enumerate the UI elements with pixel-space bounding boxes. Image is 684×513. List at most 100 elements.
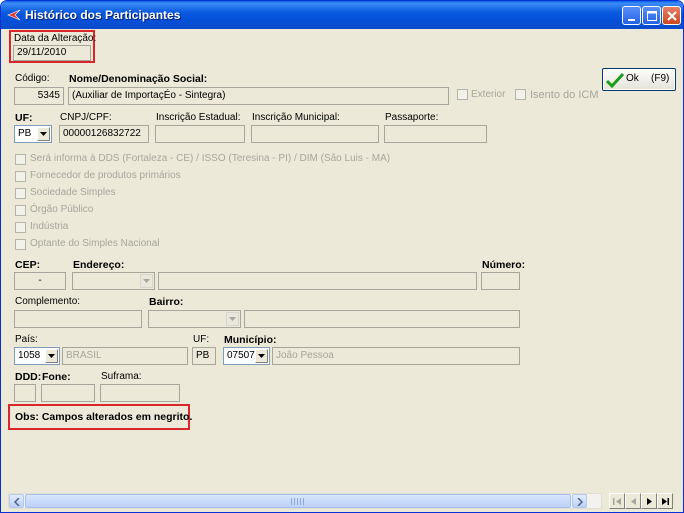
fone-label: Fone: <box>42 371 71 383</box>
ie-field[interactable] <box>155 125 245 143</box>
pais-select[interactable]: 1058 <box>14 347 60 365</box>
ddd-field[interactable] <box>14 384 36 402</box>
option-label-industria: Indústria <box>30 221 69 232</box>
chevron-down-icon <box>48 354 55 358</box>
exterior-checkbox[interactable] <box>457 89 468 100</box>
maximize-icon <box>647 11 657 21</box>
pais-name-field[interactable]: BRASIL <box>62 347 188 365</box>
horizontal-scrollbar[interactable] <box>8 493 602 509</box>
cnpj-label: CNPJ/CPF: <box>60 112 112 123</box>
endereco-field[interactable] <box>158 272 477 290</box>
nav-prev-button[interactable] <box>625 493 641 509</box>
codigo-label: Código: <box>15 73 50 84</box>
municipio-label: Município: <box>224 334 277 346</box>
option-checkbox-fornecedor[interactable] <box>15 171 26 182</box>
option-label-simples: Optante do Simples Nacional <box>30 238 160 249</box>
red-arrow-icon <box>7 9 21 21</box>
uf-dropdown-button[interactable] <box>37 127 50 141</box>
numero-label: Número: <box>482 259 526 271</box>
nav-first-button[interactable] <box>609 493 625 509</box>
chevron-down-icon <box>258 354 265 358</box>
option-label-fornecedor: Fornecedor de produtos primários <box>30 170 181 181</box>
green-check-icon <box>606 72 624 88</box>
option-checkbox-dds[interactable] <box>15 154 26 165</box>
endereco-label: Endereço: <box>73 259 125 271</box>
ok-button[interactable]: Ok (F9) <box>602 68 676 91</box>
last-record-icon <box>662 498 669 505</box>
uf-value: PB <box>18 128 32 139</box>
ddd-label: DDD: <box>15 371 42 383</box>
ok-button-label: Ok <box>626 73 639 84</box>
option-checkbox-simples[interactable] <box>15 239 26 250</box>
scroll-thumb[interactable] <box>25 494 571 508</box>
cep-label: CEP: <box>15 259 41 271</box>
chevron-down-icon <box>143 279 150 283</box>
scroll-left-button[interactable] <box>9 494 24 508</box>
nav-last-button[interactable] <box>657 493 673 509</box>
pais-code: 1058 <box>18 350 41 361</box>
fone-field[interactable] <box>41 384 95 402</box>
uf-label: UF: <box>15 112 33 124</box>
codigo-field[interactable]: 5345 <box>14 87 64 105</box>
complemento-field[interactable] <box>14 310 142 328</box>
chevron-down-icon <box>40 132 47 136</box>
chevron-left-icon <box>14 498 20 506</box>
scroll-grip <box>291 498 305 505</box>
uf2-label: UF: <box>193 334 210 345</box>
option-checkbox-industria[interactable] <box>15 222 26 233</box>
endereco-type-select[interactable] <box>72 272 155 290</box>
bairro-field[interactable] <box>244 310 520 328</box>
option-checkbox-orgao[interactable] <box>15 205 26 216</box>
nome-field[interactable]: (Auxiliar de ImportaçÉo - Sintegra) <box>68 87 449 105</box>
endereco-dropdown-button[interactable] <box>140 274 153 288</box>
option-checkbox-sociedade[interactable] <box>15 188 26 199</box>
exterior-label: Exterior <box>471 89 506 100</box>
maximize-button[interactable] <box>642 6 661 25</box>
municipio-select[interactable]: 07507 <box>223 347 270 365</box>
minimize-button[interactable] <box>622 6 641 25</box>
window: Histórico dos Participantes Data da Alte… <box>0 0 684 513</box>
bairro-label: Bairro: <box>149 296 184 308</box>
bairro-dropdown-button[interactable] <box>226 312 239 326</box>
suframa-label: Suframa: <box>101 371 142 382</box>
isento-checkbox[interactable] <box>515 89 526 100</box>
municipio-code: 07507 <box>227 350 255 361</box>
numero-field[interactable] <box>481 272 520 290</box>
nome-label: Nome/Denominação Social: <box>69 73 208 85</box>
form-body: Data da Alteração: 29/11/2010 Código: 53… <box>4 29 680 510</box>
uf-select[interactable]: PB <box>14 125 52 143</box>
option-label-dds: Será informa à DDS (Fortaleza - CE) / IS… <box>30 153 391 164</box>
bairro-select[interactable] <box>148 310 241 328</box>
cep-field[interactable]: - <box>14 272 66 290</box>
pais-label: País: <box>15 334 38 345</box>
ie-label: Inscrição Estadual: <box>156 112 241 123</box>
prev-record-icon <box>631 498 636 505</box>
first-record-icon <box>613 498 621 505</box>
next-record-icon <box>647 498 652 505</box>
cnpj-field[interactable]: 00000126832722 <box>59 125 149 143</box>
isento-label: Isento do ICM <box>530 89 599 101</box>
date-label: Data da Alteração: <box>14 33 97 44</box>
municipio-dropdown-button[interactable] <box>255 349 268 363</box>
pais-dropdown-button[interactable] <box>45 349 58 363</box>
title-bar[interactable]: Histórico dos Participantes <box>1 1 683 29</box>
passaporte-field[interactable] <box>384 125 487 143</box>
suframa-field[interactable] <box>100 384 180 402</box>
chevron-right-icon <box>577 498 583 506</box>
im-label: Inscrição Municipal: <box>252 112 340 123</box>
close-button[interactable] <box>662 6 681 25</box>
minimize-icon <box>628 19 635 21</box>
municipio-name-field[interactable]: João Pessoa <box>272 347 520 365</box>
close-icon <box>667 11 677 21</box>
ok-button-shortcut: (F9) <box>651 73 670 84</box>
complemento-label: Complemento: <box>15 296 81 307</box>
obs-note: Obs: Campos alterados em negrito. <box>15 411 193 423</box>
date-field[interactable]: 29/11/2010 <box>13 45 91 61</box>
nav-next-button[interactable] <box>641 493 657 509</box>
scroll-right-button[interactable] <box>572 494 587 508</box>
chevron-down-icon <box>229 317 236 321</box>
uf2-field[interactable]: PB <box>192 347 216 365</box>
passaporte-label: Passaporte: <box>385 112 439 123</box>
option-label-orgao: Órgão Público <box>30 204 94 215</box>
im-field[interactable] <box>251 125 379 143</box>
